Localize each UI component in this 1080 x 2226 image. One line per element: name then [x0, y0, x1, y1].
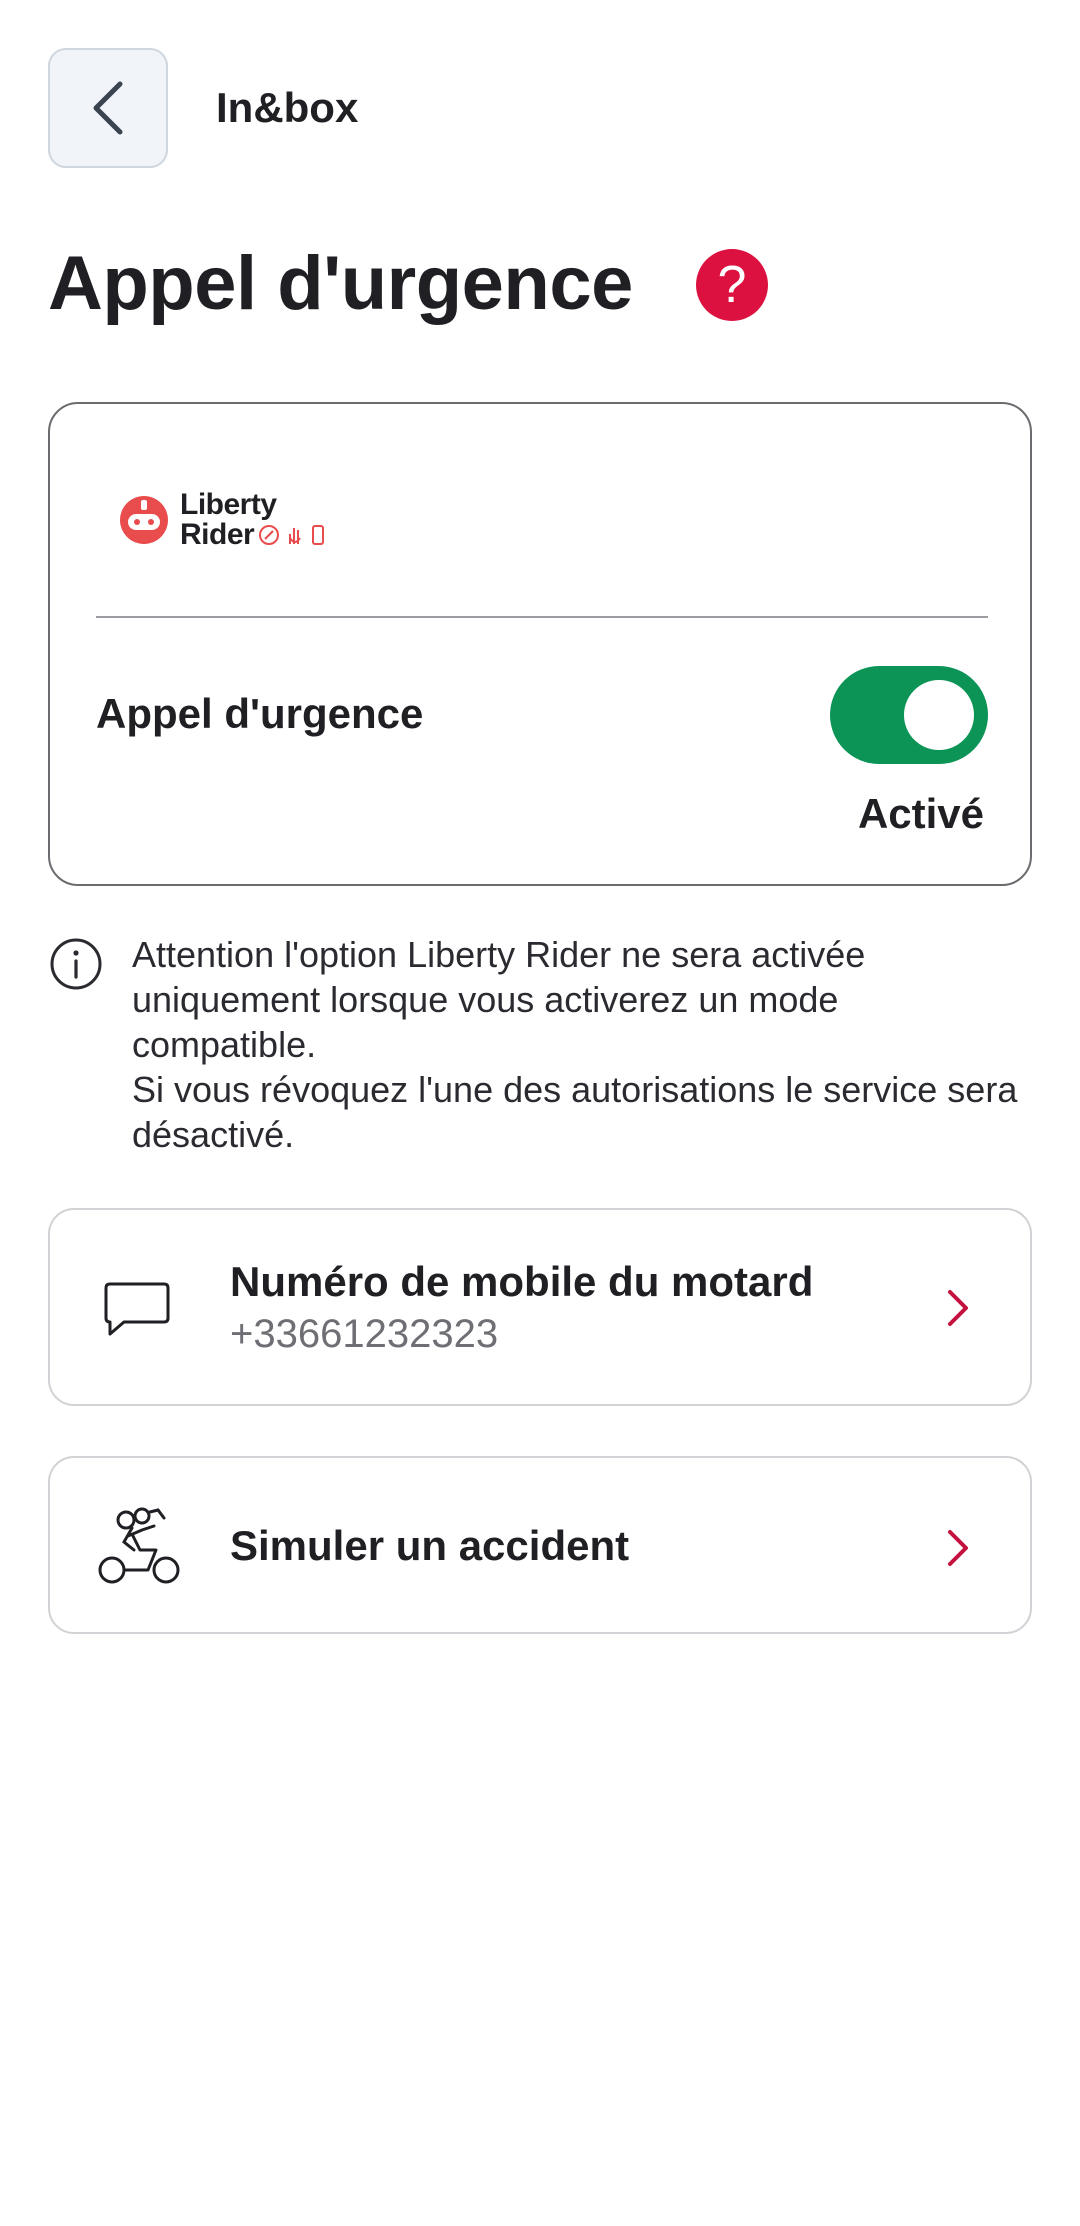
info-line-2: Si vous révoquez l'une des autorisations…	[132, 1069, 1018, 1155]
rider-phone-title: Numéro de mobile du motard	[230, 1258, 814, 1305]
logo-badges	[258, 524, 326, 546]
emergency-call-card: Liberty Rider Appel d'urgence Activé	[48, 402, 1032, 886]
info-icon	[50, 938, 102, 990]
card-divider	[96, 616, 988, 618]
logo-line-2: Rider	[180, 518, 255, 551]
chevron-right-icon	[948, 1290, 968, 1326]
toggle-label: Appel d'urgence	[96, 690, 424, 737]
rider-phone-row[interactable]: Numéro de mobile du motard +33661232323	[48, 1208, 1032, 1406]
toggle-state-label: Activé	[857, 790, 984, 837]
compass-mini-icon	[259, 525, 280, 545]
info-line-1: Attention l'option Liberty Rider ne sera…	[132, 934, 866, 1065]
toggle-knob	[904, 680, 974, 750]
simulate-accident-row[interactable]: Simuler un accident	[48, 1456, 1032, 1634]
help-symbol: ?	[717, 256, 747, 314]
liberty-rider-logo: Liberty Rider	[118, 490, 326, 550]
back-button[interactable]	[48, 48, 168, 168]
header-title: In&box	[216, 84, 359, 131]
rider-phone-number: +33661232323	[230, 1312, 499, 1356]
chat-bubble-icon	[104, 1282, 170, 1336]
scooter-accident-icon	[98, 1507, 180, 1584]
chevron-left-icon	[93, 81, 123, 135]
logo-line-1: Liberty	[180, 488, 277, 521]
help-icon[interactable]: ?	[696, 249, 768, 321]
phone-mini-icon	[312, 525, 325, 545]
helmet-logo-icon	[120, 496, 168, 544]
info-text: Attention l'option Liberty Rider ne sera…	[132, 932, 1032, 1157]
screen: In&box Appel d'urgence ? Liberty Rider A…	[0, 0, 1080, 2226]
simulate-accident-title: Simuler un accident	[230, 1522, 630, 1569]
chevron-right-icon	[948, 1530, 968, 1566]
page-title: Appel d'urgence	[48, 241, 633, 326]
emergency-call-toggle[interactable]	[830, 666, 988, 764]
hand-mini-icon	[289, 528, 302, 544]
